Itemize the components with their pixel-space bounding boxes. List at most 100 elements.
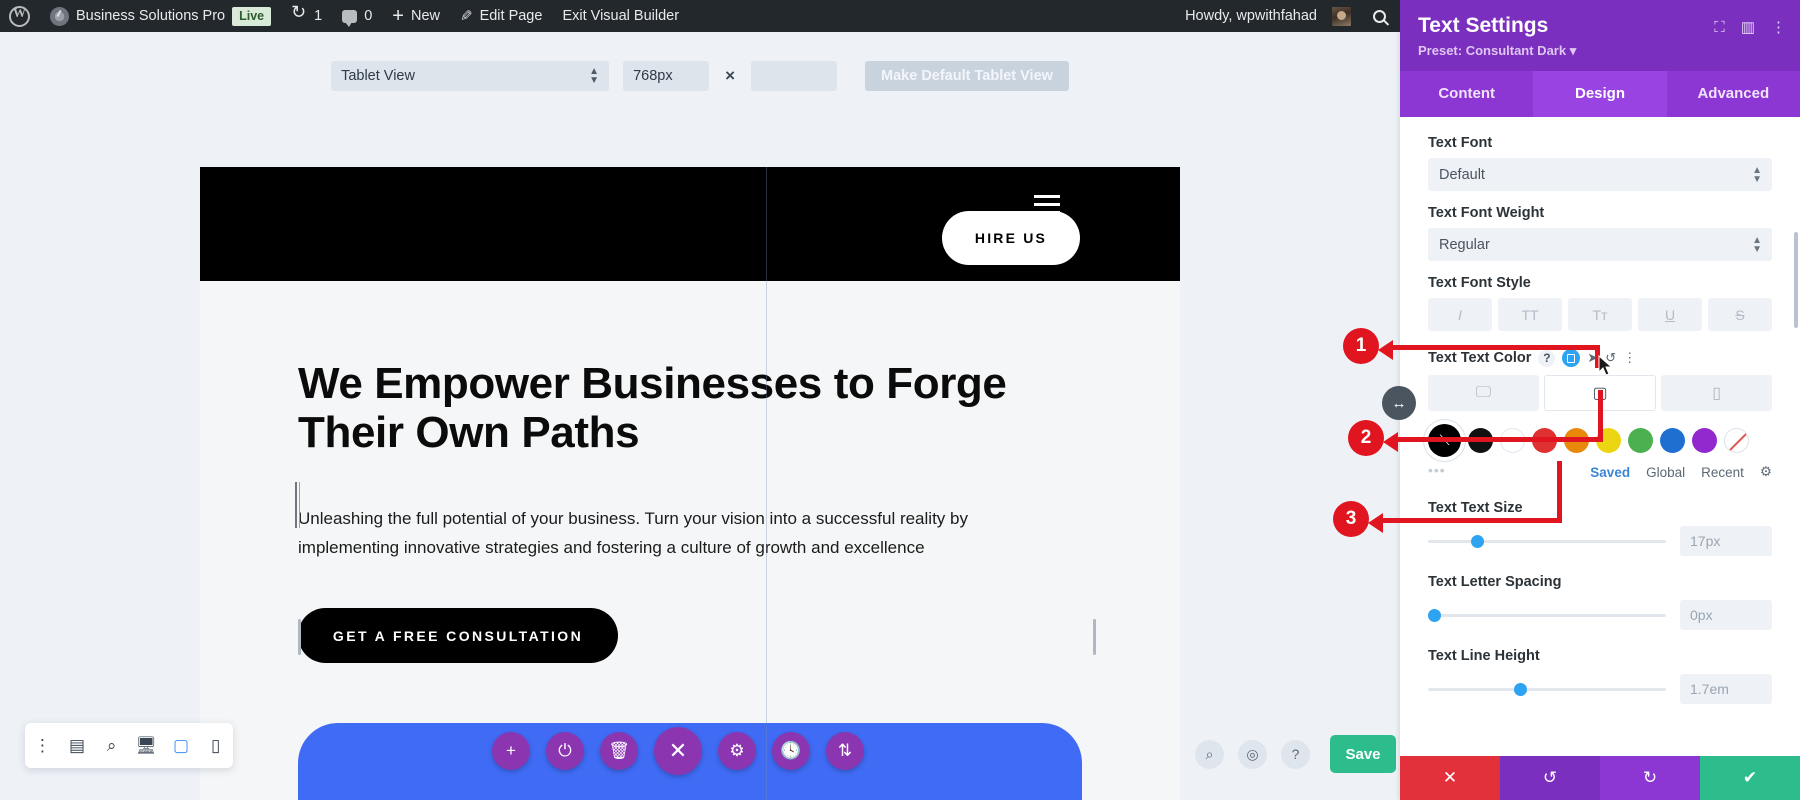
letter-spacing-slider[interactable] [1428, 608, 1666, 622]
slider-knob[interactable] [1428, 608, 1441, 622]
tab-content[interactable]: Content [1400, 71, 1533, 117]
tab-advanced[interactable]: Advanced [1667, 71, 1800, 117]
tab-content-label: Content [1438, 85, 1495, 102]
redo-button[interactable]: ↻ [1600, 756, 1700, 800]
admin-bar-revisions[interactable]: 1 [281, 0, 332, 32]
module-sort-button[interactable]: ⇅ [826, 732, 864, 770]
slider-knob[interactable] [1470, 534, 1484, 548]
chevron-updown-icon: ▲ ▼ [589, 66, 600, 86]
more-options-button[interactable]: ⋮ [25, 736, 60, 756]
hire-us-button[interactable]: HIRE US [942, 211, 1080, 265]
desktop-view-button[interactable]: 🖥 [129, 736, 164, 756]
green-swatch[interactable] [1628, 428, 1653, 453]
edit-page-label: Edit Page [479, 8, 543, 24]
panel-footer: ✕ ↺ ↻ ✔ [1400, 756, 1800, 800]
check-icon: ✔ [1742, 768, 1758, 787]
avatar [1332, 6, 1351, 26]
module-settings-button[interactable]: ⚙ [718, 732, 756, 770]
transparent-swatch[interactable] [1724, 428, 1749, 453]
plus-icon: + [506, 741, 516, 760]
text-resize-handle-left[interactable] [298, 619, 301, 655]
admin-bar-search-button[interactable] [1361, 0, 1400, 32]
layout-guide-left [766, 167, 767, 800]
add-module-button[interactable]: + [492, 732, 530, 770]
phone-tab[interactable]: ▯ [1661, 375, 1773, 411]
admin-bar-edit-page[interactable]: ✎ Edit Page [450, 0, 552, 32]
overflow-menu-icon[interactable]: ⋮ [1623, 350, 1636, 366]
blue-swatch[interactable] [1660, 428, 1685, 453]
slider-knob[interactable] [1513, 682, 1527, 696]
plus-icon: + [392, 5, 404, 27]
tab-design[interactable]: Design [1533, 71, 1667, 117]
help-button[interactable]: ? [1281, 739, 1310, 769]
toggle-module-button[interactable]: ⏻ [546, 732, 584, 770]
admin-bar-exit-builder[interactable]: Exit Visual Builder [552, 0, 689, 32]
undo-button[interactable]: ↺ [1500, 756, 1600, 800]
gear-icon[interactable]: ⚙ [1760, 464, 1772, 480]
close-module-button[interactable]: ✕ [654, 727, 702, 775]
close-icon: ✕ [668, 738, 688, 763]
letter-spacing-value-input[interactable]: 0px [1680, 600, 1772, 630]
layout-icon[interactable]: ▥ [1741, 18, 1755, 36]
save-changes-button[interactable]: ✔ [1700, 756, 1800, 800]
zoom-view-button[interactable]: ⌕ [94, 736, 129, 756]
tab-design-label: Design [1574, 85, 1625, 102]
overflow-menu-icon[interactable]: ⋮ [1771, 18, 1786, 36]
phone-view-button[interactable]: ▯ [198, 736, 233, 756]
italic-button[interactable]: I [1428, 298, 1492, 331]
text-resize-handle-right[interactable] [1093, 619, 1096, 655]
zoom-button[interactable]: ⌕ [1195, 739, 1224, 769]
text-size-slider[interactable] [1428, 534, 1666, 548]
page-frame: HIRE US We Empower Businesses to Forge T… [200, 167, 1180, 800]
uppercase-button[interactable]: TT [1498, 298, 1562, 331]
delete-module-button[interactable]: 🗑 [600, 732, 638, 770]
discard-button[interactable]: ✕ [1400, 756, 1500, 800]
line-height-slider[interactable] [1428, 682, 1666, 696]
line-height-value-input[interactable]: 1.7em [1680, 674, 1772, 704]
admin-bar-comments[interactable]: 0 [332, 0, 382, 32]
desktop-tab[interactable]: 🖵 [1428, 375, 1539, 411]
tablet-view-button[interactable]: ▢ [164, 736, 199, 756]
text-font-select[interactable]: Default ▲ ▼ [1428, 158, 1772, 191]
admin-bar-new[interactable]: + New [382, 0, 450, 32]
view-mode-select[interactable]: Tablet View ▲ ▼ [331, 61, 610, 91]
viewport-height-input[interactable] [751, 61, 838, 91]
smallcaps-button[interactable]: Tт [1568, 298, 1632, 331]
letter-spacing-value: 0px [1690, 607, 1713, 623]
sort-icon: ⇅ [837, 741, 853, 760]
panel-preset[interactable]: Preset: Consultant Dark ▾ [1418, 43, 1782, 59]
purple-swatch[interactable] [1692, 428, 1717, 453]
get-free-consultation-button[interactable]: GET A FREE CONSULTATION [298, 608, 618, 663]
text-size-value: 17px [1690, 533, 1721, 549]
annotation-badge-2: 2 [1348, 420, 1384, 456]
panel-resize-handle[interactable]: ↔ [1382, 386, 1416, 420]
fullscreen-icon[interactable]: ⛶ [1714, 19, 1725, 36]
hero-paragraph[interactable]: Unleashing the full potential of your bu… [295, 481, 1018, 562]
annotation-arrow-2 [1383, 390, 1605, 452]
admin-bar-wp-logo[interactable] [0, 0, 40, 32]
vertical-dots-icon: ⋮ [33, 735, 51, 755]
power-icon: ⏻ [558, 741, 572, 760]
module-history-button[interactable]: 🕓 [772, 732, 810, 770]
viewport-width-input[interactable]: 768px [623, 61, 710, 91]
visual-builder-screen: Business Solutions Pro Live 1 0 + New ✎ … [0, 0, 1800, 800]
wireframe-view-button[interactable]: ▤ [60, 736, 95, 756]
strikethrough-button[interactable]: S [1708, 298, 1772, 331]
wp-admin-bar: Business Solutions Pro Live 1 0 + New ✎ … [0, 0, 1400, 32]
admin-bar-site-name[interactable]: Business Solutions Pro Live [40, 0, 281, 32]
save-button[interactable]: Save [1330, 735, 1396, 773]
text-font-weight-select[interactable]: Regular ▲ ▼ [1428, 228, 1772, 261]
recent-tab[interactable]: Recent [1701, 465, 1744, 480]
gear-icon: ⚙ [729, 741, 745, 760]
admin-bar-howdy[interactable]: Howdy, wpwithfahad [1176, 0, 1361, 32]
layers-button[interactable]: ◎ [1238, 739, 1267, 769]
search-icon: ⌕ [106, 735, 117, 755]
global-tab[interactable]: Global [1646, 465, 1685, 480]
times-separator: × [725, 66, 736, 85]
saved-tab[interactable]: Saved [1590, 465, 1630, 480]
underline-button[interactable]: U [1638, 298, 1702, 331]
panel-scrollbar[interactable] [1794, 232, 1798, 328]
make-default-tablet-view-button[interactable]: Make Default Tablet View [865, 61, 1069, 91]
site-name-label: Business Solutions Pro [76, 8, 226, 24]
text-size-value-input[interactable]: 17px [1680, 526, 1772, 556]
